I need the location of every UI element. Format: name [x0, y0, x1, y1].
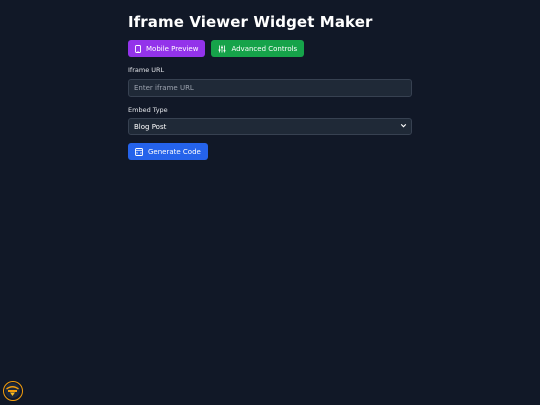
- widget-maker-panel: Iframe Viewer Widget Maker Mobile Previe…: [128, 12, 412, 160]
- iframe-url-label: Iframe URL: [128, 66, 165, 74]
- advanced-controls-label: Advanced Controls: [231, 44, 298, 53]
- toolbar: Mobile Preview Advanced Controls: [128, 40, 412, 57]
- iframe-url-input[interactable]: [128, 79, 412, 97]
- code-window-icon: [135, 147, 143, 156]
- page: Iframe Viewer Widget Maker Mobile Previe…: [0, 0, 540, 405]
- mobile-preview-label: Mobile Preview: [146, 44, 199, 53]
- mobile-preview-button[interactable]: Mobile Preview: [128, 40, 206, 57]
- embed-type-select[interactable]: Blog Post: [128, 118, 412, 135]
- embed-type-label: Embed Type: [128, 106, 168, 114]
- smartphone-icon: [135, 44, 141, 53]
- embed-type-selected-value: Blog Post: [134, 122, 167, 131]
- logo-badge[interactable]: [3, 381, 23, 401]
- advanced-controls-button[interactable]: Advanced Controls: [211, 40, 305, 57]
- generate-code-label: Generate Code: [148, 147, 201, 156]
- page-title: Iframe Viewer Widget Maker: [128, 13, 373, 31]
- chevron-down-icon: [400, 122, 407, 131]
- generate-code-button[interactable]: Generate Code: [128, 143, 208, 160]
- sliders-icon: [218, 45, 226, 53]
